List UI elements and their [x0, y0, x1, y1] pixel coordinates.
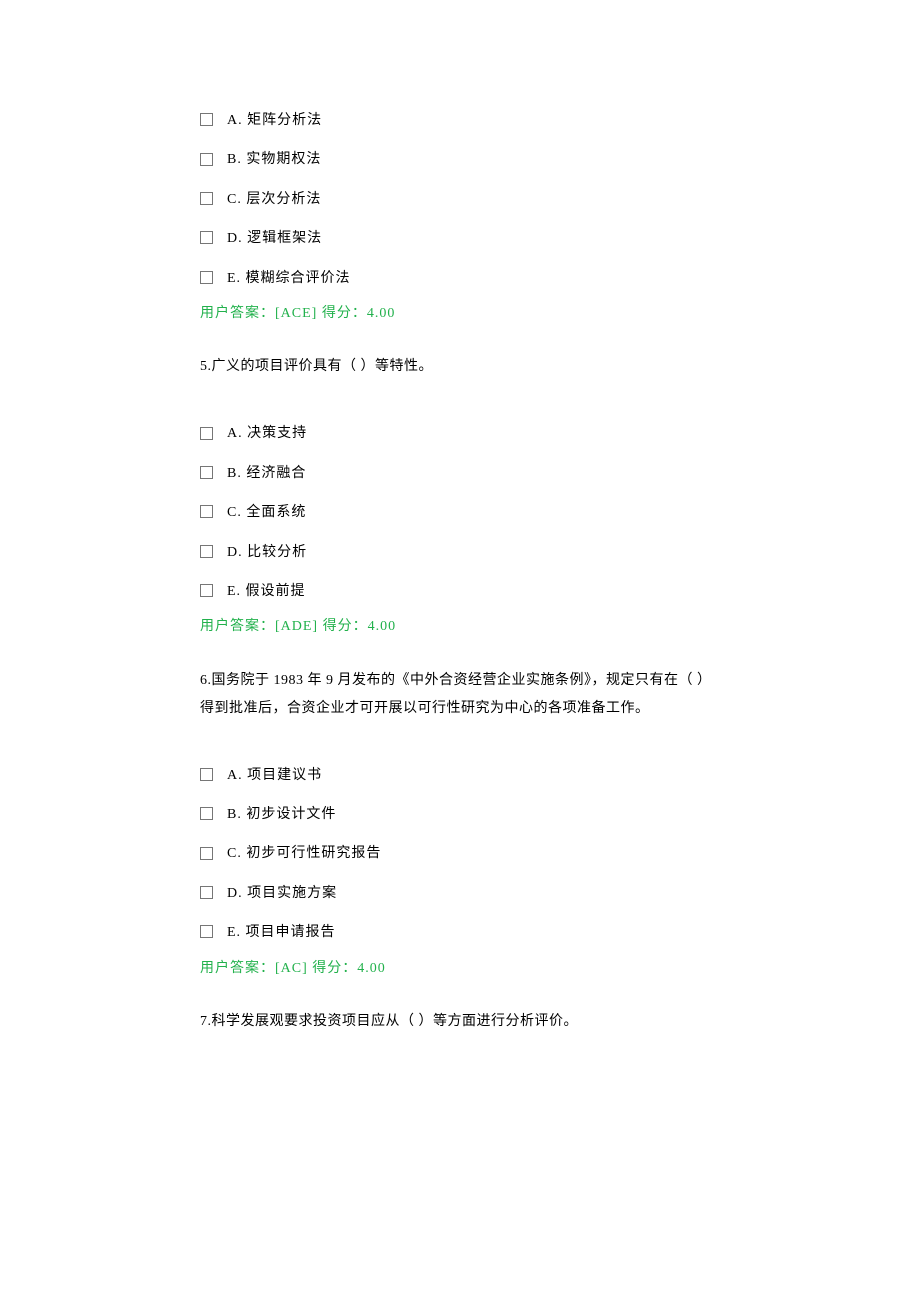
- checkbox-icon[interactable]: [200, 153, 213, 166]
- question-text: 7.科学发展观要求投资项目应从（ ）等方面进行分析评价。: [200, 1008, 725, 1036]
- option-label: C. 全面系统: [227, 502, 306, 524]
- question-block-4: A. 矩阵分析法 B. 实物期权法 C. 层次分析法 D. 逻辑框架法 E. 模…: [200, 110, 725, 325]
- question-block-7: 7.科学发展观要求投资项目应从（ ）等方面进行分析评价。: [200, 1008, 725, 1036]
- user-answer: 用户答案：[ADE] 得分：4.00: [200, 616, 725, 638]
- checkbox-icon[interactable]: [200, 847, 213, 860]
- checkbox-icon[interactable]: [200, 925, 213, 938]
- user-answer: 用户答案：[ACE] 得分：4.00: [200, 303, 725, 325]
- option-label: C. 层次分析法: [227, 189, 321, 211]
- option-row: A. 矩阵分析法: [200, 110, 725, 132]
- option-label: B. 实物期权法: [227, 149, 321, 171]
- checkbox-icon[interactable]: [200, 768, 213, 781]
- checkbox-icon[interactable]: [200, 886, 213, 899]
- option-label: D. 逻辑框架法: [227, 228, 322, 250]
- option-row: B. 经济融合: [200, 463, 725, 485]
- checkbox-icon[interactable]: [200, 113, 213, 126]
- question-text: 6.国务院于 1983 年 9 月发布的《中外合资经营企业实施条例》，规定只有在…: [200, 667, 725, 723]
- user-answer: 用户答案：[AC] 得分：4.00: [200, 958, 725, 980]
- option-row: E. 模糊综合评价法: [200, 268, 725, 290]
- option-label: D. 比较分析: [227, 542, 307, 564]
- option-label: B. 初步设计文件: [227, 804, 336, 826]
- checkbox-icon[interactable]: [200, 584, 213, 597]
- option-label: E. 项目申请报告: [227, 922, 336, 944]
- option-row: E. 假设前提: [200, 581, 725, 603]
- checkbox-icon[interactable]: [200, 192, 213, 205]
- question-block-5: 5.广义的项目评价具有（ ）等特性。 A. 决策支持 B. 经济融合 C. 全面…: [200, 353, 725, 638]
- options-group: A. 矩阵分析法 B. 实物期权法 C. 层次分析法 D. 逻辑框架法 E. 模…: [200, 110, 725, 290]
- option-label: D. 项目实施方案: [227, 883, 337, 905]
- option-label: A. 矩阵分析法: [227, 110, 322, 132]
- options-group: A. 项目建议书 B. 初步设计文件 C. 初步可行性研究报告 D. 项目实施方…: [200, 765, 725, 945]
- option-row: A. 决策支持: [200, 423, 725, 445]
- option-row: A. 项目建议书: [200, 765, 725, 787]
- question-text: 5.广义的项目评价具有（ ）等特性。: [200, 353, 725, 381]
- checkbox-icon[interactable]: [200, 466, 213, 479]
- option-row: B. 初步设计文件: [200, 804, 725, 826]
- option-row: C. 全面系统: [200, 502, 725, 524]
- option-row: D. 项目实施方案: [200, 883, 725, 905]
- option-label: B. 经济融合: [227, 463, 306, 485]
- checkbox-icon[interactable]: [200, 271, 213, 284]
- option-row: C. 初步可行性研究报告: [200, 843, 725, 865]
- option-row: D. 逻辑框架法: [200, 228, 725, 250]
- option-row: E. 项目申请报告: [200, 922, 725, 944]
- checkbox-icon[interactable]: [200, 231, 213, 244]
- options-group: A. 决策支持 B. 经济融合 C. 全面系统 D. 比较分析 E. 假设前提: [200, 423, 725, 603]
- checkbox-icon[interactable]: [200, 807, 213, 820]
- option-label: C. 初步可行性研究报告: [227, 843, 381, 865]
- option-label: A. 决策支持: [227, 423, 307, 445]
- option-label: E. 假设前提: [227, 581, 306, 603]
- checkbox-icon[interactable]: [200, 427, 213, 440]
- question-block-6: 6.国务院于 1983 年 9 月发布的《中外合资经营企业实施条例》，规定只有在…: [200, 667, 725, 980]
- checkbox-icon[interactable]: [200, 545, 213, 558]
- option-row: D. 比较分析: [200, 542, 725, 564]
- option-row: B. 实物期权法: [200, 149, 725, 171]
- checkbox-icon[interactable]: [200, 505, 213, 518]
- option-label: A. 项目建议书: [227, 765, 322, 787]
- option-row: C. 层次分析法: [200, 189, 725, 211]
- option-label: E. 模糊综合评价法: [227, 268, 351, 290]
